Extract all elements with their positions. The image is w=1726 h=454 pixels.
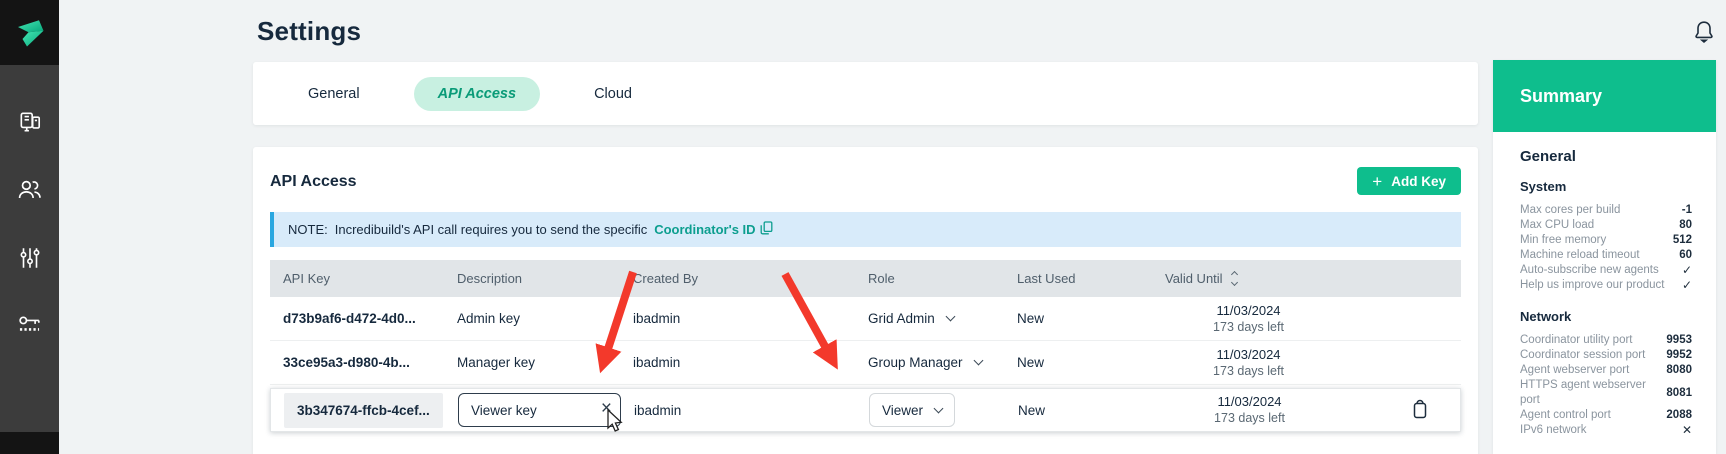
note-banner: NOTE: Incredibuild's API call requires y…: [270, 212, 1461, 247]
summary-group-system: System: [1520, 179, 1692, 194]
valid-until-cell: 11/03/2024 173 days left: [1153, 393, 1333, 427]
page-title: Settings: [257, 16, 1478, 47]
col-created-by: Created By: [620, 271, 855, 286]
role-select[interactable]: Viewer: [869, 393, 955, 427]
summary-item: Min free memory 512: [1520, 233, 1692, 248]
api-key-cell: d73b9af6-d472-4d0...: [270, 311, 444, 326]
sort-icon[interactable]: [1232, 272, 1237, 285]
summary-title: Summary: [1520, 86, 1602, 107]
delete-key-button[interactable]: [1410, 398, 1430, 423]
summary-item: Max cores per build -1: [1520, 203, 1692, 218]
chevron-down-icon: [973, 356, 983, 366]
api-key-cell: 33ce95a3-d980-4b...: [270, 355, 444, 370]
add-key-button[interactable]: + Add Key: [1357, 167, 1461, 195]
api-access-title: API Access: [270, 173, 357, 191]
created-by-cell: ibadmin: [621, 403, 856, 418]
settings-tabs: General API Access Cloud: [253, 62, 1478, 125]
license-key-icon: [16, 312, 43, 344]
summary-item: IPv6 network ✕: [1520, 423, 1692, 438]
chevron-down-icon: [945, 312, 955, 322]
summary-item: Agent control port 2088: [1520, 408, 1692, 423]
table-row: 33ce95a3-d980-4b... Manager key ibadmin …: [270, 341, 1461, 385]
description-cell: Manager key: [444, 355, 620, 370]
description-cell: ×: [445, 393, 621, 427]
bell-icon: [1692, 19, 1716, 50]
sidebar-item-agents[interactable]: [15, 109, 45, 139]
check-icon: ✓: [1682, 278, 1692, 293]
coordinators-id-link[interactable]: Coordinator's ID: [654, 221, 772, 238]
incredibuild-logo[interactable]: [0, 0, 59, 65]
table-header: API Key Description Created By Role Last…: [270, 260, 1461, 297]
created-by-cell: ibadmin: [620, 355, 855, 370]
summary-item: Machine reload timeout 60: [1520, 248, 1692, 263]
note-prefix: NOTE:: [288, 222, 328, 237]
agents-icon: [17, 109, 43, 140]
users-icon: [16, 176, 43, 208]
table-row: d73b9af6-d472-4d0... Admin key ibadmin G…: [270, 297, 1461, 341]
summary-group-network: Network: [1520, 309, 1692, 324]
sidebar: [0, 0, 59, 454]
main-content: Settings General API Access Cloud API Ac…: [253, 0, 1478, 454]
last-used-cell: New: [1004, 311, 1152, 326]
description-input[interactable]: [458, 393, 621, 427]
check-icon: ✓: [1682, 263, 1692, 278]
col-role: Role: [855, 271, 1004, 286]
sidebar-item-settings[interactable]: [15, 245, 45, 275]
col-last-used: Last Used: [1004, 271, 1152, 286]
notifications-button[interactable]: [1690, 19, 1718, 49]
last-used-cell: New: [1004, 355, 1152, 370]
col-api-key: API Key: [270, 271, 444, 286]
col-description: Description: [444, 271, 620, 286]
created-by-cell: ibadmin: [620, 311, 855, 326]
clear-input-icon[interactable]: ×: [601, 398, 612, 420]
api-access-card: API Access + Add Key NOTE: Incredibuild'…: [253, 147, 1478, 454]
summary-item: Auto-subscribe new agents ✓: [1520, 263, 1692, 278]
sidebar-item-api-keys[interactable]: [15, 313, 45, 343]
description-cell: Admin key: [444, 311, 620, 326]
tab-general[interactable]: General: [298, 77, 370, 111]
add-key-label: Add Key: [1391, 174, 1446, 189]
sidebar-item-users[interactable]: [15, 177, 45, 207]
tab-cloud[interactable]: Cloud: [584, 77, 642, 111]
settings-sliders-icon: [17, 245, 43, 276]
note-text: Incredibuild's API call requires you to …: [335, 222, 647, 237]
summary-item: HTTPS agent webserver port 8081: [1520, 378, 1692, 408]
summary-item: Agent webserver port 8080: [1520, 363, 1692, 378]
summary-item: Coordinator session port 9952: [1520, 348, 1692, 363]
summary-header: Summary: [1493, 60, 1716, 132]
api-keys-table: API Key Description Created By Role Last…: [270, 260, 1461, 432]
summary-section-general: General: [1520, 148, 1692, 165]
plus-icon: +: [1372, 173, 1382, 190]
sidebar-footer: [0, 432, 59, 454]
table-row-editing: 3b347674-ffcb-4cef... × ibadmin Viewer N…: [270, 388, 1461, 432]
summary-item: Help us improve our product ✓: [1520, 278, 1692, 293]
valid-until-cell: 11/03/2024 173 days left: [1152, 302, 1332, 336]
cross-icon: ✕: [1682, 423, 1692, 438]
trash-icon: [1410, 398, 1430, 423]
copy-icon: [760, 221, 773, 238]
summary-item: Max CPU load 80: [1520, 218, 1692, 233]
last-used-cell: New: [1005, 403, 1153, 418]
summary-item: Coordinator utility port 9953: [1520, 333, 1692, 348]
api-key-chip: 3b347674-ffcb-4cef...: [284, 393, 443, 428]
role-dropdown[interactable]: Grid Admin: [868, 311, 954, 326]
api-key-cell: 3b347674-ffcb-4cef...: [271, 393, 445, 428]
summary-panel: Summary General System Max cores per bui…: [1493, 60, 1716, 454]
valid-until-cell: 11/03/2024 173 days left: [1152, 346, 1332, 380]
chevron-down-icon: [934, 403, 944, 413]
tab-api-access[interactable]: API Access: [414, 77, 540, 111]
col-valid-until: Valid Until: [1152, 271, 1332, 286]
role-dropdown[interactable]: Group Manager: [868, 355, 982, 370]
